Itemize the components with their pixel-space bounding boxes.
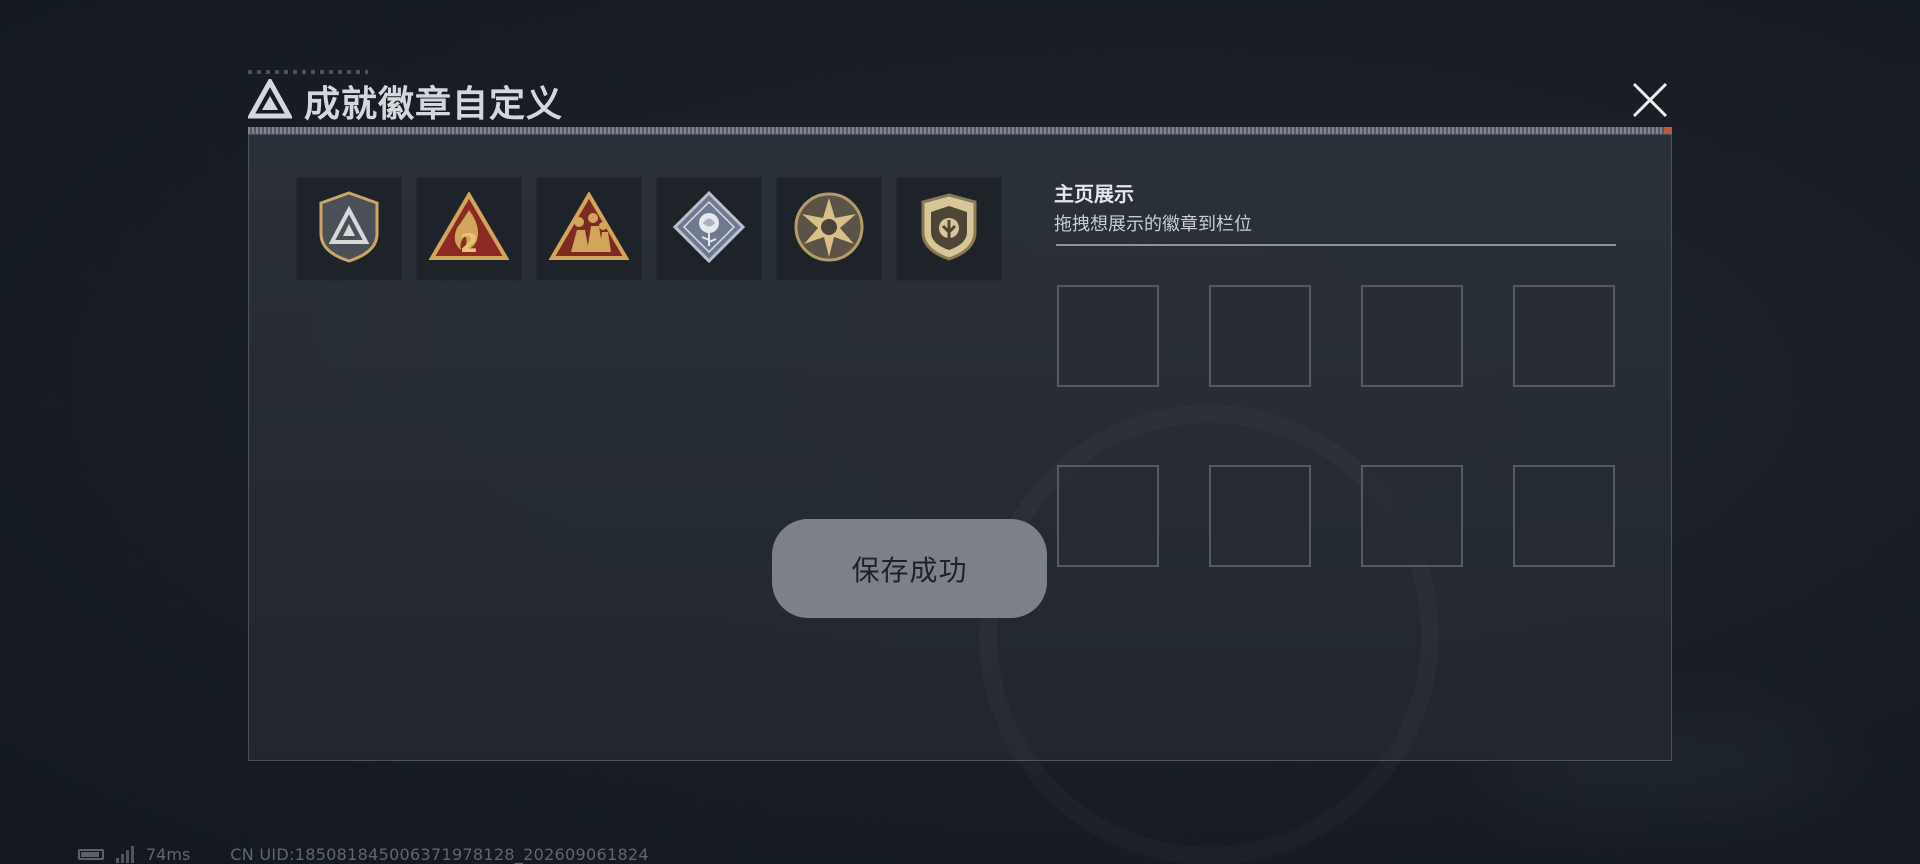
badge-item[interactable] — [896, 177, 1002, 281]
save-success-toast: 保存成功 — [772, 519, 1047, 618]
battery-icon — [78, 848, 104, 860]
close-button[interactable] — [1626, 78, 1674, 126]
badge-item[interactable] — [536, 177, 642, 281]
showcase-slot[interactable] — [1361, 285, 1463, 387]
wing-shield-badge-icon — [919, 192, 979, 266]
triangle-logo-icon — [246, 76, 294, 123]
svg-text:2: 2 — [460, 229, 478, 259]
ping-value: 74ms — [146, 844, 191, 864]
status-footer: 74ms CN UID:18508184500637197812​8_20260… — [78, 844, 649, 864]
uid-text: CN UID:18508184500637197812​8_2026090618… — [230, 844, 649, 864]
flame-two-badge-icon: 2 — [428, 191, 510, 266]
showcase-slot[interactable] — [1057, 285, 1159, 387]
showcase-slot[interactable] — [1513, 285, 1615, 387]
close-icon — [1631, 81, 1669, 123]
showcase-slot[interactable] — [1361, 465, 1463, 567]
star-circle-badge-icon — [792, 190, 866, 268]
signal-icon — [116, 845, 134, 863]
soldiers-triangle-badge-icon — [548, 191, 630, 266]
badge-list: 2 — [296, 177, 1002, 281]
showcase-slot[interactable] — [1209, 285, 1311, 387]
title-decoration — [248, 70, 368, 74]
badge-item[interactable] — [656, 177, 762, 281]
badge-item[interactable]: 2 — [416, 177, 522, 281]
divider — [1056, 244, 1616, 246]
rose-diamond-badge-icon — [672, 190, 746, 268]
header-strip-accent — [1664, 127, 1672, 134]
badge-item[interactable] — [296, 177, 402, 281]
showcase-slot-grid — [1057, 285, 1615, 567]
shield-triangle-badge-icon — [316, 190, 382, 268]
modal-title: 成就徽章自定义 — [304, 84, 564, 125]
showcase-description: 拖拽想展示的徽章到栏位 — [1054, 214, 1252, 235]
showcase-slot[interactable] — [1513, 465, 1615, 567]
showcase-title: 主页展示 — [1054, 182, 1134, 206]
header-strip — [248, 127, 1672, 134]
showcase-slot[interactable] — [1057, 465, 1159, 567]
badge-item[interactable] — [776, 177, 882, 281]
modal-header: 成就徽章自定义 — [246, 76, 564, 125]
showcase-slot[interactable] — [1209, 465, 1311, 567]
